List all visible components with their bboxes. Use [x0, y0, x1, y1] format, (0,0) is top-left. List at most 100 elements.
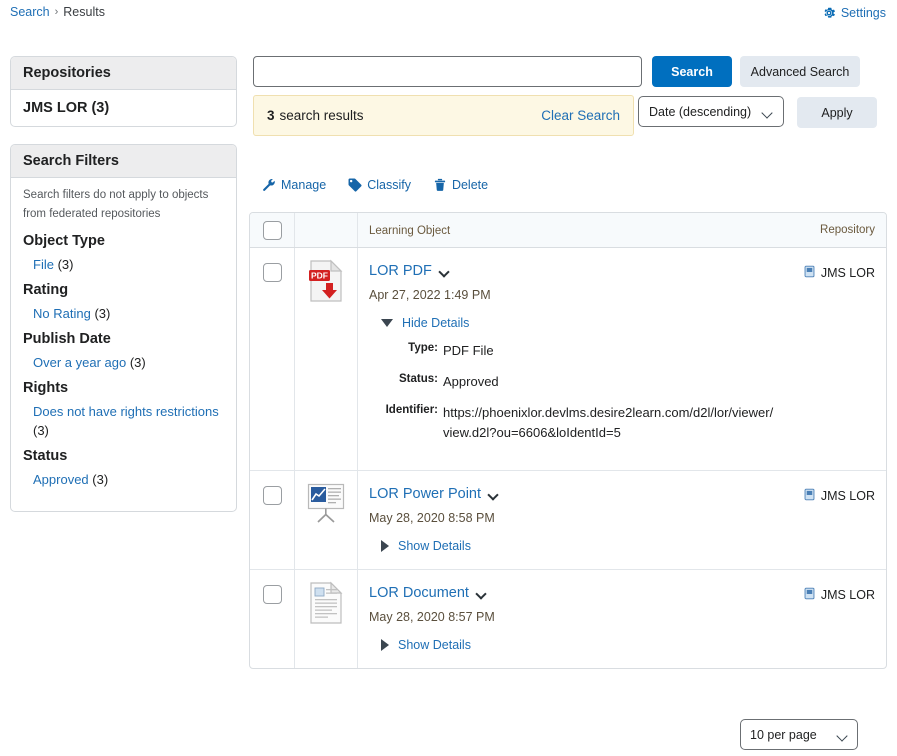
chevron-down-icon[interactable]	[440, 268, 450, 274]
filter-option-over-a-year-ago: Over a year ago (3)	[33, 353, 224, 372]
settings-label: Settings	[840, 6, 886, 20]
classify-button[interactable]: Classify	[348, 178, 411, 192]
row-checkbox-lor-power-point[interactable]	[262, 486, 282, 505]
results-table: Learning Object Repository PDF LOR PDF A…	[249, 212, 887, 669]
detail-label-identifier: Identifier:	[385, 404, 438, 416]
presentation-icon	[306, 482, 346, 529]
repository-name: JMS LOR	[820, 489, 875, 503]
document-icon	[308, 581, 344, 630]
per-page-select[interactable]: 10 per page	[740, 719, 858, 750]
repositories-panel: Repositories JMS LOR (3)	[10, 56, 237, 127]
breadcrumb: Search › Results	[10, 4, 105, 20]
filter-option-no-rating: No Rating (3)	[33, 304, 224, 323]
filter-count-no-rights-restrictions: (3)	[33, 423, 49, 438]
sort-order-select[interactable]: Date (descending)	[638, 96, 784, 127]
filter-group-title-publish-date: Publish Date	[23, 331, 111, 347]
filter-link-no-rating[interactable]: No Rating	[33, 306, 91, 321]
table-row: PDF LOR PDF Apr 27, 2022 1:49 PM Hide De…	[250, 248, 886, 471]
repository-chip-lor-pdf: JMS LOR	[803, 265, 875, 281]
table-header-row: Learning Object Repository	[250, 213, 886, 248]
search-filters-panel: Search Filters Search filters do not app…	[10, 144, 237, 512]
classify-label: Classify	[367, 178, 411, 192]
show-details-label: Show Details	[398, 539, 471, 553]
filter-group-title-status: Status	[23, 448, 68, 464]
learning-object-date-lor-power-point: May 28, 2020 8:58 PM	[369, 511, 495, 525]
results-count: 3	[267, 108, 275, 123]
table-row: LOR Document May 28, 2020 8:57 PM Show D…	[250, 570, 886, 668]
repository-name: JMS LOR	[820, 266, 875, 280]
detail-row-type: Type: PDF File	[369, 341, 776, 361]
detail-value-identifier: https://phoenixlor.devlms.desire2learn.c…	[443, 405, 774, 440]
column-header-repository: Repository	[820, 224, 875, 236]
row-checkbox-lor-document[interactable]	[262, 585, 282, 604]
learning-object-date-lor-document: May 28, 2020 8:57 PM	[369, 610, 495, 624]
filter-option-approved: Approved (3)	[33, 470, 224, 489]
gear-icon	[822, 6, 836, 20]
filters-note: Search filters do not apply to objects f…	[23, 189, 209, 220]
hide-details-toggle-lor-pdf[interactable]: Hide Details	[381, 316, 776, 330]
chevron-down-icon	[763, 109, 773, 115]
filter-count-no-rating: (3)	[94, 306, 111, 321]
repository-name: JMS LOR	[820, 588, 875, 602]
breadcrumb-link-search[interactable]: Search	[10, 4, 50, 20]
learning-object-title-lor-document[interactable]: LOR Document	[369, 585, 469, 601]
manage-button[interactable]: Manage	[262, 178, 326, 192]
detail-label-type: Type:	[408, 342, 438, 354]
action-bar: Manage Classify Delete	[262, 178, 488, 192]
settings-link[interactable]: Settings	[822, 6, 886, 20]
results-count-label: search results	[279, 108, 364, 123]
repository-chip-lor-document: JMS LOR	[803, 587, 875, 603]
filter-option-file: File (3)	[33, 255, 224, 274]
chevron-down-icon	[838, 732, 848, 738]
chevron-down-icon[interactable]	[489, 491, 499, 497]
filter-link-file[interactable]: File	[33, 257, 54, 272]
search-input[interactable]	[253, 56, 642, 87]
detail-row-identifier: Identifier: https://phoenixlor.devlms.de…	[369, 403, 776, 443]
select-all-checkbox[interactable]	[262, 220, 282, 240]
row-checkbox-lor-pdf[interactable]	[262, 263, 282, 282]
filter-option-no-rights-restrictions: Does not have rights restrictions (3)	[33, 402, 224, 440]
filter-count-approved: (3)	[92, 472, 109, 487]
learning-object-date-lor-pdf: Apr 27, 2022 1:49 PM	[369, 288, 491, 302]
show-details-toggle-lor-document[interactable]: Show Details	[381, 638, 776, 652]
chevron-down-icon[interactable]	[477, 590, 487, 596]
delete-label: Delete	[451, 178, 489, 192]
repository-item-jms-lor[interactable]: JMS LOR (3)	[11, 90, 236, 126]
repository-icon	[803, 488, 816, 504]
triangle-right-icon	[381, 540, 389, 552]
filter-group-title-rating: Rating	[23, 282, 69, 298]
tag-icon	[348, 178, 362, 192]
wrench-icon	[262, 178, 276, 192]
delete-button[interactable]: Delete	[433, 178, 488, 192]
filter-group-title-rights: Rights	[23, 380, 69, 396]
sort-order-value: Date (descending)	[649, 104, 752, 119]
advanced-search-button[interactable]: Advanced Search	[740, 56, 860, 87]
detail-row-status: Status: Approved	[369, 372, 776, 392]
repository-chip-lor-power-point: JMS LOR	[803, 488, 875, 504]
filter-count-file: (3)	[57, 257, 74, 272]
learning-object-title-lor-pdf[interactable]: LOR PDF	[369, 263, 432, 279]
breadcrumb-separator: ›	[54, 6, 59, 18]
manage-label: Manage	[281, 178, 327, 192]
table-row: LOR Power Point May 28, 2020 8:58 PM Sho…	[250, 471, 886, 570]
detail-value-status: Approved	[443, 374, 499, 389]
hide-details-label: Hide Details	[402, 316, 470, 330]
svg-text:PDF: PDF	[311, 271, 328, 281]
per-page-value: 10 per page	[750, 727, 817, 742]
breadcrumb-current-results: Results	[63, 5, 105, 19]
clear-search-link[interactable]: Clear Search	[541, 108, 620, 123]
details-list-lor-pdf: Type: PDF File Status: Approved Identifi…	[369, 341, 776, 443]
detail-value-type: PDF File	[443, 343, 494, 358]
show-details-label: Show Details	[398, 638, 471, 652]
filter-link-no-rights-restrictions[interactable]: Does not have rights restrictions	[33, 404, 219, 419]
filter-link-approved[interactable]: Approved	[33, 472, 89, 487]
triangle-down-icon	[381, 319, 393, 327]
search-button[interactable]: Search	[652, 56, 732, 87]
learning-object-title-lor-power-point[interactable]: LOR Power Point	[369, 486, 481, 502]
apply-button[interactable]: Apply	[797, 97, 877, 128]
filter-link-over-a-year-ago[interactable]: Over a year ago	[33, 355, 126, 370]
results-banner: 3 search results Clear Search	[253, 95, 634, 136]
show-details-toggle-lor-power-point[interactable]: Show Details	[381, 539, 776, 553]
filter-group-title-object-type: Object Type	[23, 233, 105, 249]
trash-icon	[433, 178, 447, 192]
